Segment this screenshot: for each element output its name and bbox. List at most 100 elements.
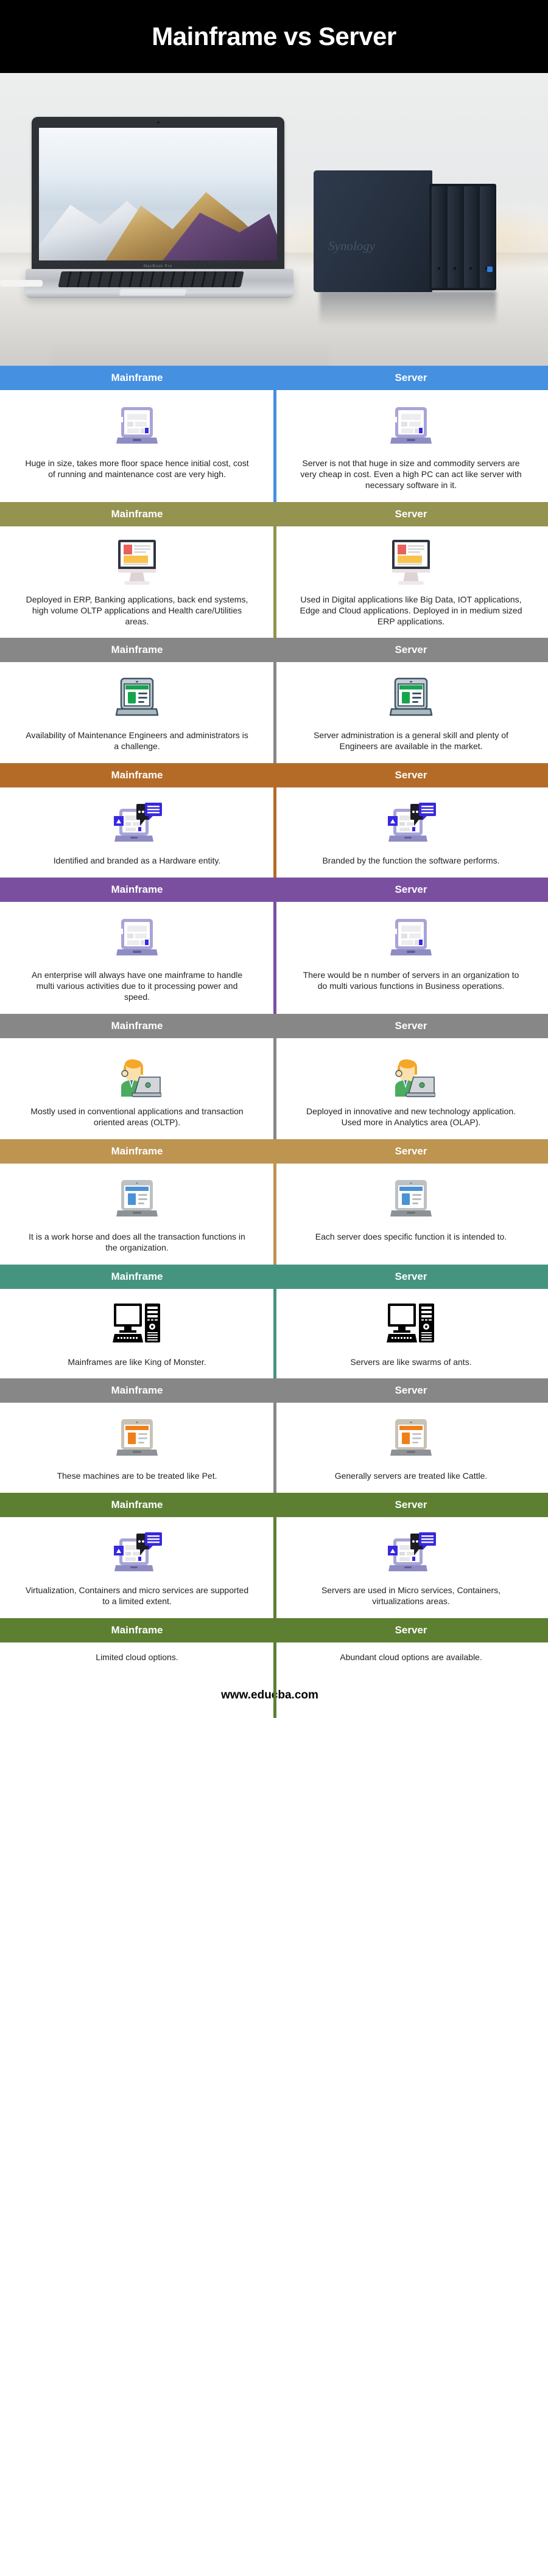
laptop-green-dashboard-icon xyxy=(389,678,433,716)
mainframe-cell: Mainframes are like King of Monster. xyxy=(0,1299,274,1368)
column-header-band: Mainframe Server xyxy=(0,638,548,663)
laptop-lid: MacBook Pro xyxy=(32,117,284,270)
wallpaper-sky xyxy=(39,128,277,211)
server-description: There would be n number of servers in an… xyxy=(303,970,519,991)
power-led-icon xyxy=(487,267,493,272)
laptop-orange-dashboard-icon xyxy=(116,1419,158,1456)
mainframe-description: Availability of Maintenance Engineers an… xyxy=(26,730,248,752)
desktop-tower-icon xyxy=(387,1303,434,1342)
server-cell: Abundant cloud options are available. xyxy=(274,1652,548,1663)
column-divider xyxy=(273,787,276,878)
comparison-row: Availability of Maintenance Engineers an… xyxy=(0,662,548,764)
server-cell: Servers are used in Micro services, Cont… xyxy=(274,1527,548,1607)
laptop-chat-bubble-icon xyxy=(385,797,437,850)
desktop-monitor-icon xyxy=(388,536,434,588)
server-description: Abundant cloud options are available. xyxy=(340,1652,482,1663)
person-at-laptop-icon xyxy=(113,1048,161,1100)
column-header-band: Mainframe Server xyxy=(0,1264,548,1289)
column-header-band: Mainframe Server xyxy=(0,366,548,390)
laptop-chat-bubble-icon xyxy=(385,1527,437,1579)
comparison-row: Huge in size, takes more floor space hen… xyxy=(0,390,548,502)
mainframe-description: Virtualization, Containers and micro ser… xyxy=(25,1585,249,1607)
laptop-trackpad xyxy=(119,289,187,296)
laptop-keyboard xyxy=(58,271,244,287)
column-divider xyxy=(273,662,276,764)
server-description: Generally servers are treated like Cattl… xyxy=(334,1471,488,1481)
laptop-wireframe-icon xyxy=(388,400,434,452)
mainframe-description: Mostly used in conventional applications… xyxy=(30,1106,244,1127)
comparison-row: Deployed in ERP, Banking applications, b… xyxy=(0,526,548,638)
server-cell: There would be n number of servers in an… xyxy=(274,912,548,1003)
column-header-server: Server xyxy=(395,1145,427,1157)
column-header-mainframe: Mainframe xyxy=(111,1384,163,1397)
nas-body: Synology xyxy=(314,170,432,292)
column-header-server: Server xyxy=(395,508,427,520)
laptop-wireframe-icon xyxy=(388,912,434,964)
server-description: Deployed in innovative and new technolog… xyxy=(306,1106,516,1127)
column-divider xyxy=(273,1288,276,1379)
desktop-tower-icon xyxy=(113,1299,161,1351)
laptop-blue-dashboard-icon xyxy=(114,1173,160,1226)
server-description: Branded by the function the software per… xyxy=(322,856,500,866)
webcam-icon xyxy=(156,121,160,124)
person-at-laptop-icon xyxy=(387,1048,435,1100)
column-header-server: Server xyxy=(395,644,427,656)
column-header-band: Mainframe Server xyxy=(0,763,548,788)
comparison-row: Virtualization, Containers and micro ser… xyxy=(0,1517,548,1619)
laptop-green-dashboard-icon xyxy=(114,672,160,724)
column-header-mainframe: Mainframe xyxy=(111,1145,163,1157)
column-header-band: Mainframe Server xyxy=(0,501,548,526)
laptop-base xyxy=(26,269,293,298)
column-header-mainframe: Mainframe xyxy=(111,1270,163,1282)
title-bar: Mainframe vs Server xyxy=(0,0,548,73)
column-divider xyxy=(273,1163,276,1265)
laptop-wireframe-icon xyxy=(390,919,432,956)
column-header-mainframe: Mainframe xyxy=(111,884,163,896)
column-divider xyxy=(273,390,276,502)
comparison-row: These machines are to be treated like Pe… xyxy=(0,1403,548,1493)
comparison-row: Mainframes are like King of Monster. Ser… xyxy=(0,1288,548,1379)
mainframe-description: Huge in size, takes more floor space hen… xyxy=(25,458,249,479)
server-cell: Server is not that huge in size and comm… xyxy=(274,400,548,491)
comparison-row: Identified and branded as a Hardware ent… xyxy=(0,787,548,878)
mainframe-description: An enterprise will always have one mainf… xyxy=(31,970,243,1002)
column-header-server: Server xyxy=(395,1499,427,1511)
server-description: Server is not that huge in size and comm… xyxy=(300,458,522,490)
mainframe-cell: Huge in size, takes more floor space hen… xyxy=(0,400,274,491)
infographic-page: Mainframe vs Server MacBook Pro Synology… xyxy=(0,0,548,2576)
mainframe-description: It is a work horse and does all the tran… xyxy=(29,1231,245,1252)
hero-photo: MacBook Pro Synology xyxy=(0,73,548,366)
column-header-server: Server xyxy=(395,372,427,383)
desktop-monitor-icon xyxy=(114,536,160,588)
drive-bay xyxy=(479,186,494,288)
mainframe-cell: These machines are to be treated like Pe… xyxy=(0,1412,274,1482)
laptop-chat-bubble-icon xyxy=(111,1527,163,1579)
person-at-laptop-icon xyxy=(121,1059,161,1097)
laptop-chat-bubble-icon xyxy=(114,803,162,842)
column-divider xyxy=(273,1038,276,1139)
server-description: Server administration is a general skill… xyxy=(314,730,508,752)
laptop-chat-bubble-icon xyxy=(114,1532,162,1572)
desktop-tower-icon xyxy=(113,1303,160,1342)
mainframe-cell: Mostly used in conventional applications… xyxy=(0,1048,274,1128)
server-description: Each server does specific function it is… xyxy=(315,1231,507,1241)
laptop-orange-dashboard-icon xyxy=(388,1412,434,1465)
drive-bay xyxy=(463,186,478,288)
laptop-orange-dashboard-icon xyxy=(390,1419,432,1456)
server-description: Used in Digital applications like Big Da… xyxy=(300,594,522,626)
column-divider xyxy=(273,526,276,638)
laptop-green-dashboard-icon xyxy=(388,672,434,724)
column-header-band: Mainframe Server xyxy=(0,1013,548,1038)
column-divider xyxy=(273,1642,276,1675)
column-header-server: Server xyxy=(395,1624,427,1636)
column-header-server: Server xyxy=(395,1384,427,1397)
nas-reflection xyxy=(320,291,496,326)
comparison-row: Mostly used in conventional applications… xyxy=(0,1038,548,1139)
laptop-blue-dashboard-icon xyxy=(116,1179,158,1216)
nas-brand-label: Synology xyxy=(328,239,375,253)
laptop-blue-dashboard-icon xyxy=(388,1173,434,1226)
laptop-screen xyxy=(39,128,277,260)
server-cell: Each server does specific function it is… xyxy=(274,1173,548,1254)
mainframe-description: Identified and branded as a Hardware ent… xyxy=(53,856,221,866)
mainframe-cell: Deployed in ERP, Banking applications, b… xyxy=(0,536,274,627)
